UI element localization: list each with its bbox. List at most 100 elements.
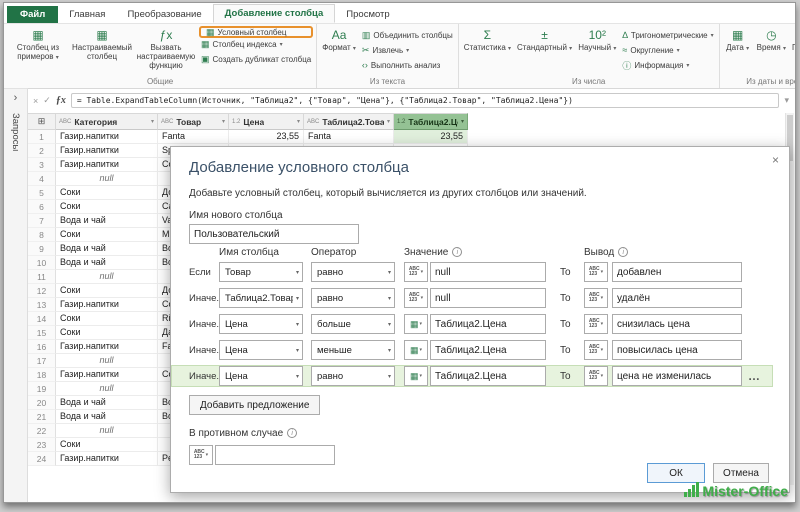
column-header-price[interactable]: 1.2Цена▾ [229, 113, 304, 130]
ribbon-button-statistics[interactable]: ΣСтатистика ▾ [461, 26, 514, 53]
ribbon-button-time[interactable]: ◷Время ▾ [754, 26, 789, 53]
column-header-t2-price[interactable]: 1.2Таблица2.Цена▾ [394, 113, 468, 130]
ribbon-button-scientific[interactable]: 10²Научный ▾ [575, 26, 619, 53]
row-number[interactable]: 22 [28, 424, 56, 438]
ribbon-button-index-column[interactable]: ▦Столбец индекса▾ [201, 38, 311, 50]
row-number[interactable]: 20 [28, 396, 56, 410]
tab-file[interactable]: Файл [7, 6, 58, 23]
column-header-t2-product[interactable]: ABCТаблица2.Товар▾ [304, 113, 394, 130]
ribbon-button-rounding[interactable]: ≈Округление▾ [622, 44, 713, 56]
column-filter-icon[interactable]: ▾ [387, 118, 390, 125]
cell[interactable]: Соки [56, 326, 158, 340]
cell[interactable]: null [56, 382, 158, 396]
cell[interactable]: null [56, 354, 158, 368]
else-input[interactable] [215, 445, 335, 465]
row-number[interactable]: 13 [28, 298, 56, 312]
column-filter-icon[interactable]: ▾ [297, 118, 300, 125]
cell[interactable]: Газир.напитки [56, 368, 158, 382]
ribbon-button-conditional-column[interactable]: ▦Условный столбец [199, 26, 313, 38]
tab-view[interactable]: Просмотр [335, 6, 400, 23]
row-number[interactable]: 8 [28, 228, 56, 242]
ribbon-button-merge-columns[interactable]: ▥Объединить столбцы [362, 29, 453, 41]
row-number[interactable]: 5 [28, 186, 56, 200]
output-input[interactable] [612, 340, 742, 360]
ribbon-button-extract[interactable]: ✂Извлечь▾ [362, 44, 453, 56]
operator-dropdown[interactable]: равно▾ [311, 262, 395, 282]
cell[interactable]: Соки [56, 228, 158, 242]
row-number[interactable]: 24 [28, 452, 56, 466]
row-number[interactable]: 7 [28, 214, 56, 228]
output-input[interactable] [612, 314, 742, 334]
cell[interactable]: Соки [56, 312, 158, 326]
row-number[interactable]: 15 [28, 326, 56, 340]
formula-input[interactable]: = Table.ExpandTableColumn(Источник, "Таб… [71, 93, 780, 108]
ribbon-button-standard[interactable]: ±Стандартный ▾ [514, 26, 575, 53]
output-input[interactable] [612, 288, 742, 308]
ribbon-button-duration[interactable]: ◔Продолж [789, 26, 795, 52]
cell[interactable]: 23,55 [229, 130, 304, 144]
column-header-product[interactable]: ABCТовар▾ [158, 113, 229, 130]
cell[interactable]: null [56, 172, 158, 186]
cell[interactable]: Газир.напитки [56, 158, 158, 172]
tab-home[interactable]: Главная [58, 6, 116, 23]
output-type-button[interactable]: ABC123▾ [584, 314, 608, 334]
ribbon-button-duplicate-column[interactable]: ▣Создать дубликат столбца [201, 53, 311, 65]
row-number[interactable]: 9 [28, 242, 56, 256]
cell[interactable]: Fanta [158, 130, 229, 144]
row-number[interactable]: 11 [28, 270, 56, 284]
row-number[interactable]: 23 [28, 438, 56, 452]
cell[interactable]: null [56, 270, 158, 284]
value-input[interactable] [430, 288, 546, 308]
ribbon-button-column-from-examples[interactable]: ▦Столбец из примеров ▾ [6, 26, 70, 62]
column-name-dropdown[interactable]: Цена▾ [219, 314, 303, 334]
cancel-button[interactable]: Отмена [713, 463, 769, 483]
row-number[interactable]: 21 [28, 410, 56, 424]
cell[interactable]: Вода и чай [56, 242, 158, 256]
cell[interactable]: Газир.напитки [56, 130, 158, 144]
operator-dropdown[interactable]: больше▾ [311, 314, 395, 334]
ribbon-button-format[interactable]: AaФормат ▾ [319, 26, 359, 53]
cancel-formula-icon[interactable]: × [33, 96, 38, 106]
cell[interactable]: Вода и чай [56, 256, 158, 270]
else-type-button[interactable]: ABC123▾ [189, 445, 213, 465]
output-type-button[interactable]: ABC123▾ [584, 262, 608, 282]
column-name-dropdown[interactable]: Цена▾ [219, 366, 303, 386]
output-type-button[interactable]: ABC123▾ [584, 288, 608, 308]
row-number[interactable]: 17 [28, 354, 56, 368]
ribbon-button-date[interactable]: ▦Дата ▾ [722, 26, 754, 53]
tab-add-column[interactable]: Добавление столбца [213, 4, 336, 23]
add-clause-button[interactable]: Добавить предложение [189, 395, 320, 415]
value-type-button[interactable]: ▦▾ [404, 366, 428, 386]
ribbon-button-trigonometry[interactable]: ∆Тригонометрические▾ [622, 29, 713, 41]
column-name-dropdown[interactable]: Цена▾ [219, 340, 303, 360]
row-number[interactable]: 10 [28, 256, 56, 270]
tab-transform[interactable]: Преобразование [116, 6, 212, 23]
cell[interactable]: Fanta [304, 130, 394, 144]
ok-button[interactable]: ОК [647, 463, 705, 483]
row-number[interactable]: 18 [28, 368, 56, 382]
row-number[interactable]: 14 [28, 312, 56, 326]
cell[interactable]: Газир.напитки [56, 340, 158, 354]
row-number[interactable]: 3 [28, 158, 56, 172]
cell[interactable]: Вода и чай [56, 410, 158, 424]
cell[interactable]: Газир.напитки [56, 298, 158, 312]
operator-dropdown[interactable]: равно▾ [311, 366, 395, 386]
expand-formula-icon[interactable]: ▾ [784, 95, 789, 106]
cell[interactable]: Соки [56, 284, 158, 298]
column-name-dropdown[interactable]: Товар▾ [219, 262, 303, 282]
row-number[interactable]: 4 [28, 172, 56, 186]
commit-formula-icon[interactable]: ✓ [43, 95, 51, 106]
value-type-button[interactable]: ▦▾ [404, 314, 428, 334]
queries-panel[interactable]: › Запросы [4, 88, 28, 502]
cell[interactable]: Соки [56, 200, 158, 214]
value-type-button[interactable]: ABC123▾ [404, 288, 428, 308]
output-type-button[interactable]: ABC123▾ [584, 366, 608, 386]
expand-pane-icon[interactable]: › [4, 89, 27, 104]
new-column-name-input[interactable] [189, 224, 359, 244]
row-number[interactable]: 2 [28, 144, 56, 158]
ribbon-button-information[interactable]: ⓘИнформация▾ [622, 59, 713, 71]
table-menu-button[interactable]: ⊞ [28, 113, 56, 130]
value-input[interactable] [430, 340, 546, 360]
row-number[interactable]: 16 [28, 340, 56, 354]
value-input[interactable] [430, 262, 546, 282]
